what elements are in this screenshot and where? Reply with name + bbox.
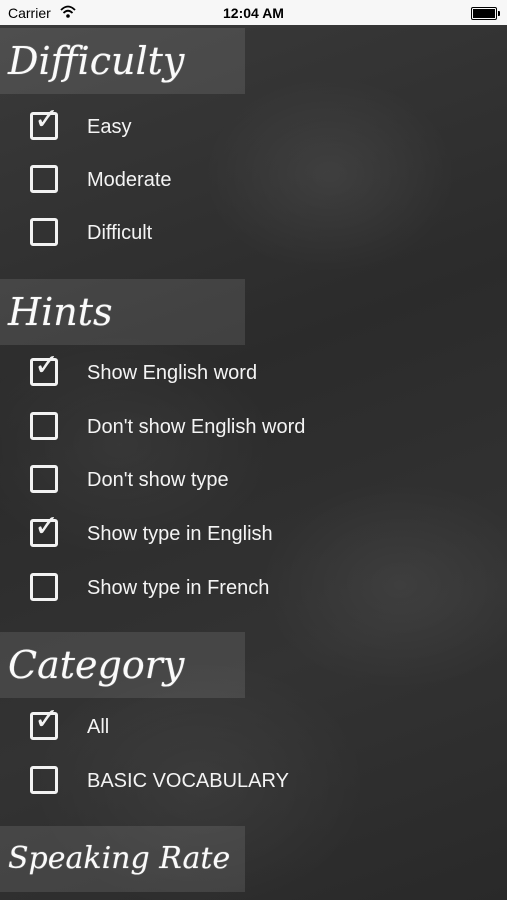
- option-label: BASIC VOCABULARY: [87, 770, 289, 792]
- option-dont-show-type[interactable]: Don't show type: [28, 458, 498, 502]
- checkbox-checked-icon[interactable]: ✓: [30, 105, 59, 140]
- option-show-type-in-english[interactable]: ✓ Show type in English: [28, 512, 498, 556]
- option-difficult[interactable]: Difficult: [28, 211, 498, 255]
- checkbox-unchecked-icon[interactable]: [30, 218, 58, 246]
- section-header-hints: Hints: [0, 279, 245, 345]
- check-mark-icon: ✓: [34, 702, 60, 737]
- option-label: Difficult: [87, 222, 153, 244]
- check-mark-icon: ✓: [34, 509, 60, 544]
- checkbox-checked-icon[interactable]: ✓: [30, 705, 59, 740]
- checkbox-unchecked-icon[interactable]: [30, 573, 58, 601]
- checkbox-unchecked-icon[interactable]: [30, 766, 58, 794]
- option-all[interactable]: ✓ All: [28, 705, 498, 749]
- option-moderate[interactable]: Moderate: [28, 158, 498, 202]
- option-label: All: [87, 716, 110, 738]
- section-header-category: Category: [0, 632, 245, 698]
- check-mark-icon: ✓: [34, 102, 60, 137]
- section-header-difficulty: Difficulty: [0, 28, 245, 94]
- option-label: Easy: [87, 116, 132, 138]
- option-label: Show type in English: [87, 523, 273, 545]
- checkbox-checked-icon[interactable]: ✓: [30, 351, 59, 386]
- checkbox-unchecked-icon[interactable]: [30, 165, 58, 193]
- section-header-speaking-rate: Speaking Rate: [0, 826, 245, 892]
- battery-icon: [471, 7, 500, 20]
- option-easy[interactable]: ✓ Easy: [28, 105, 498, 149]
- option-show-english-word[interactable]: ✓ Show English word: [28, 351, 498, 395]
- option-label: Moderate: [87, 169, 172, 191]
- status-bar: Carrier 12:04 AM: [0, 0, 507, 25]
- checkbox-unchecked-icon[interactable]: [30, 465, 58, 493]
- option-label: Show type in French: [87, 577, 270, 599]
- option-label: Don't show English word: [87, 416, 306, 438]
- option-show-type-in-french[interactable]: Show type in French: [28, 566, 498, 610]
- check-mark-icon: ✓: [34, 348, 60, 383]
- checkbox-unchecked-icon[interactable]: [30, 412, 58, 440]
- checkbox-checked-icon[interactable]: ✓: [30, 512, 59, 547]
- option-label: Don't show type: [87, 469, 229, 491]
- option-basic-vocabulary[interactable]: BASIC VOCABULARY: [28, 759, 498, 803]
- clock: 12:04 AM: [223, 5, 284, 21]
- option-label: Show English word: [87, 362, 258, 384]
- option-dont-show-english-word[interactable]: Don't show English word: [28, 405, 498, 449]
